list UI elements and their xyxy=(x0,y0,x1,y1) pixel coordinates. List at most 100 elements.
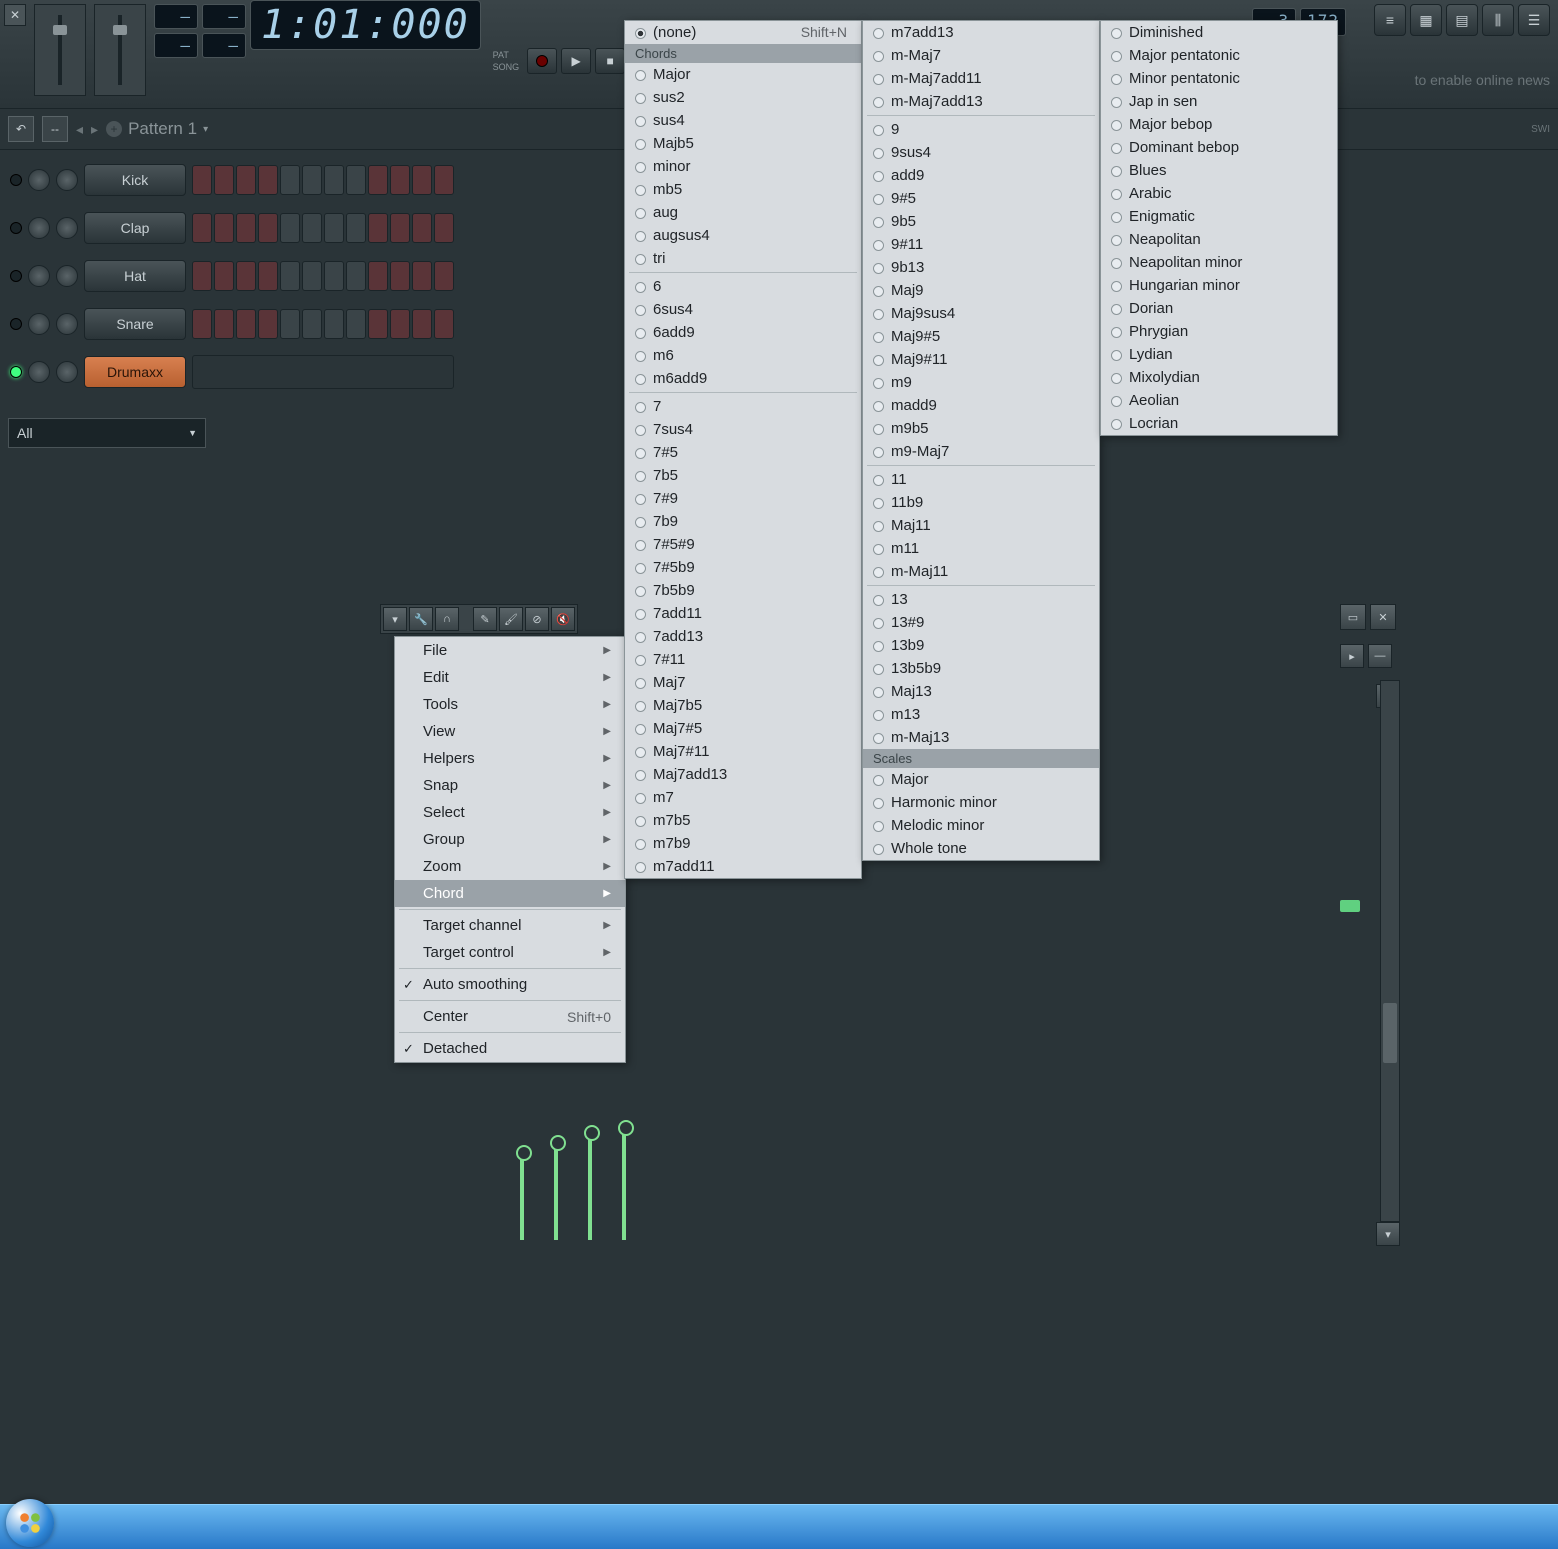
playlist-icon[interactable]: ≡ xyxy=(1374,4,1406,36)
menu-item-center[interactable]: CenterShift+0 xyxy=(395,1003,625,1030)
chord-option-m7[interactable]: m7 xyxy=(625,786,861,809)
chord-option-major-pentatonic[interactable]: Major pentatonic xyxy=(1101,44,1337,67)
menu-item-detached[interactable]: Detached xyxy=(395,1035,625,1062)
chord-option-m9b5[interactable]: m9b5 xyxy=(863,417,1099,440)
menu-item-edit[interactable]: Edit▶ xyxy=(395,664,625,691)
chord-option-whole-tone[interactable]: Whole tone xyxy=(863,837,1099,860)
record-button[interactable] xyxy=(527,48,557,74)
chord-option-neapolitan[interactable]: Neapolitan xyxy=(1101,228,1337,251)
chord-option-7-5b9[interactable]: 7#5b9 xyxy=(625,556,861,579)
channel-pan[interactable] xyxy=(28,313,50,335)
chord-option-7[interactable]: 7 xyxy=(625,395,861,418)
note-clip[interactable] xyxy=(1340,900,1360,912)
chord-option-enigmatic[interactable]: Enigmatic xyxy=(1101,205,1337,228)
chord-option-6add9[interactable]: 6add9 xyxy=(625,321,861,344)
master-fader[interactable] xyxy=(34,4,86,96)
chord-option-13b5b9[interactable]: 13b5b9 xyxy=(863,657,1099,680)
chord-option-maj11[interactable]: Maj11 xyxy=(863,514,1099,537)
chord-option-majb5[interactable]: Majb5 xyxy=(625,132,861,155)
channel-led[interactable] xyxy=(10,174,22,186)
chord-option-maj9sus4[interactable]: Maj9sus4 xyxy=(863,302,1099,325)
chord-option-m6[interactable]: m6 xyxy=(625,344,861,367)
settings-icon[interactable]: ☰ xyxy=(1518,4,1550,36)
menu-item-group[interactable]: Group▶ xyxy=(395,826,625,853)
channel-button[interactable]: Drumaxx xyxy=(84,356,186,388)
chord-option-7-9[interactable]: 7#9 xyxy=(625,487,861,510)
channel-led[interactable] xyxy=(10,318,22,330)
master-fader-2[interactable] xyxy=(94,4,146,96)
windows-taskbar[interactable] xyxy=(0,1504,1558,1549)
channel-led[interactable] xyxy=(10,270,22,282)
play-button[interactable]: ▶ xyxy=(561,48,591,74)
chord-option-locrian[interactable]: Locrian xyxy=(1101,412,1337,435)
chord-option-maj9[interactable]: Maj9 xyxy=(863,279,1099,302)
channel-pan[interactable] xyxy=(28,169,50,191)
chord-option-phrygian[interactable]: Phrygian xyxy=(1101,320,1337,343)
chord-option-m7add11[interactable]: m7add11 xyxy=(625,855,861,878)
chord-option-7sus4[interactable]: 7sus4 xyxy=(625,418,861,441)
menu-item-tools[interactable]: Tools▶ xyxy=(395,691,625,718)
stop-button[interactable]: ■ xyxy=(595,48,625,74)
channel-led[interactable] xyxy=(10,222,22,234)
chord-option-augsus4[interactable]: augsus4 xyxy=(625,224,861,247)
scroll-down-icon[interactable]: ▾ xyxy=(1376,1222,1400,1246)
chord-option-blues[interactable]: Blues xyxy=(1101,159,1337,182)
mini-preview[interactable] xyxy=(192,355,454,389)
channel-pan[interactable] xyxy=(28,217,50,239)
chord-option-maj7-5[interactable]: Maj7#5 xyxy=(625,717,861,740)
chord-option-7-5[interactable]: 7#5 xyxy=(625,441,861,464)
chord-option-m-maj7add13[interactable]: m-Maj7add13 xyxy=(863,90,1099,113)
chord-option-major[interactable]: Major xyxy=(625,63,861,86)
chord-option-9-5[interactable]: 9#5 xyxy=(863,187,1099,210)
close-icon[interactable]: ✕ xyxy=(1370,604,1396,630)
channel-button[interactable]: Kick xyxy=(84,164,186,196)
chord-option-maj9-5[interactable]: Maj9#5 xyxy=(863,325,1099,348)
stop-icon[interactable]: — xyxy=(1368,644,1392,668)
chord-option-major-bebop[interactable]: Major bebop xyxy=(1101,113,1337,136)
chord-option-dominant-bebop[interactable]: Dominant bebop xyxy=(1101,136,1337,159)
mute-icon[interactable]: 🔇 xyxy=(551,607,575,631)
tool-box-1[interactable]: -- xyxy=(42,116,68,142)
chord-option-sus2[interactable]: sus2 xyxy=(625,86,861,109)
start-button[interactable] xyxy=(6,1499,54,1547)
chord-option-6sus4[interactable]: 6sus4 xyxy=(625,298,861,321)
menu-item-snap[interactable]: Snap▶ xyxy=(395,772,625,799)
channel-led[interactable] xyxy=(10,366,22,378)
chord-option-mixolydian[interactable]: Mixolydian xyxy=(1101,366,1337,389)
channel-vol[interactable] xyxy=(56,169,78,191)
channel-pan[interactable] xyxy=(28,265,50,287)
lcd-small-1[interactable]: — xyxy=(154,4,198,29)
chord-option-maj7[interactable]: Maj7 xyxy=(625,671,861,694)
chord-option-9sus4[interactable]: 9sus4 xyxy=(863,141,1099,164)
chord-option-arabic[interactable]: Arabic xyxy=(1101,182,1337,205)
chord-option-maj7b5[interactable]: Maj7b5 xyxy=(625,694,861,717)
step-row[interactable] xyxy=(192,261,454,291)
chord-option-11[interactable]: 11 xyxy=(863,468,1099,491)
menu-item-target-channel[interactable]: Target channel▶ xyxy=(395,912,625,939)
chord-option-11b9[interactable]: 11b9 xyxy=(863,491,1099,514)
chord-option-7b9[interactable]: 7b9 xyxy=(625,510,861,533)
chord-option-13b9[interactable]: 13b9 xyxy=(863,634,1099,657)
menu-item-chord[interactable]: Chord▶ xyxy=(395,880,625,907)
chord-option-9b13[interactable]: 9b13 xyxy=(863,256,1099,279)
channel-vol[interactable] xyxy=(56,361,78,383)
chord-option-minor[interactable]: minor xyxy=(625,155,861,178)
channel-button[interactable]: Snare xyxy=(84,308,186,340)
chord-option-aeolian[interactable]: Aeolian xyxy=(1101,389,1337,412)
lcd-small-3[interactable]: — xyxy=(154,33,198,58)
chord-option-m-maj7[interactable]: m-Maj7 xyxy=(863,44,1099,67)
channel-pan[interactable] xyxy=(28,361,50,383)
chord-option-m9-maj7[interactable]: m9-Maj7 xyxy=(863,440,1099,463)
chord-option-m11[interactable]: m11 xyxy=(863,537,1099,560)
pat-song-switch[interactable]: PAT SONG xyxy=(493,49,520,73)
chord-option-7-11[interactable]: 7#11 xyxy=(625,648,861,671)
lcd-small-2[interactable]: — xyxy=(202,4,246,29)
step-row[interactable] xyxy=(192,165,454,195)
erase-icon[interactable]: ⊘ xyxy=(525,607,549,631)
chord-option-7add11[interactable]: 7add11 xyxy=(625,602,861,625)
chord-option-sus4[interactable]: sus4 xyxy=(625,109,861,132)
wrench-icon[interactable]: 🔧 xyxy=(409,607,433,631)
chord-option-neapolitan-minor[interactable]: Neapolitan minor xyxy=(1101,251,1337,274)
chord-option-dorian[interactable]: Dorian xyxy=(1101,297,1337,320)
chord-option-7-5-9[interactable]: 7#5#9 xyxy=(625,533,861,556)
